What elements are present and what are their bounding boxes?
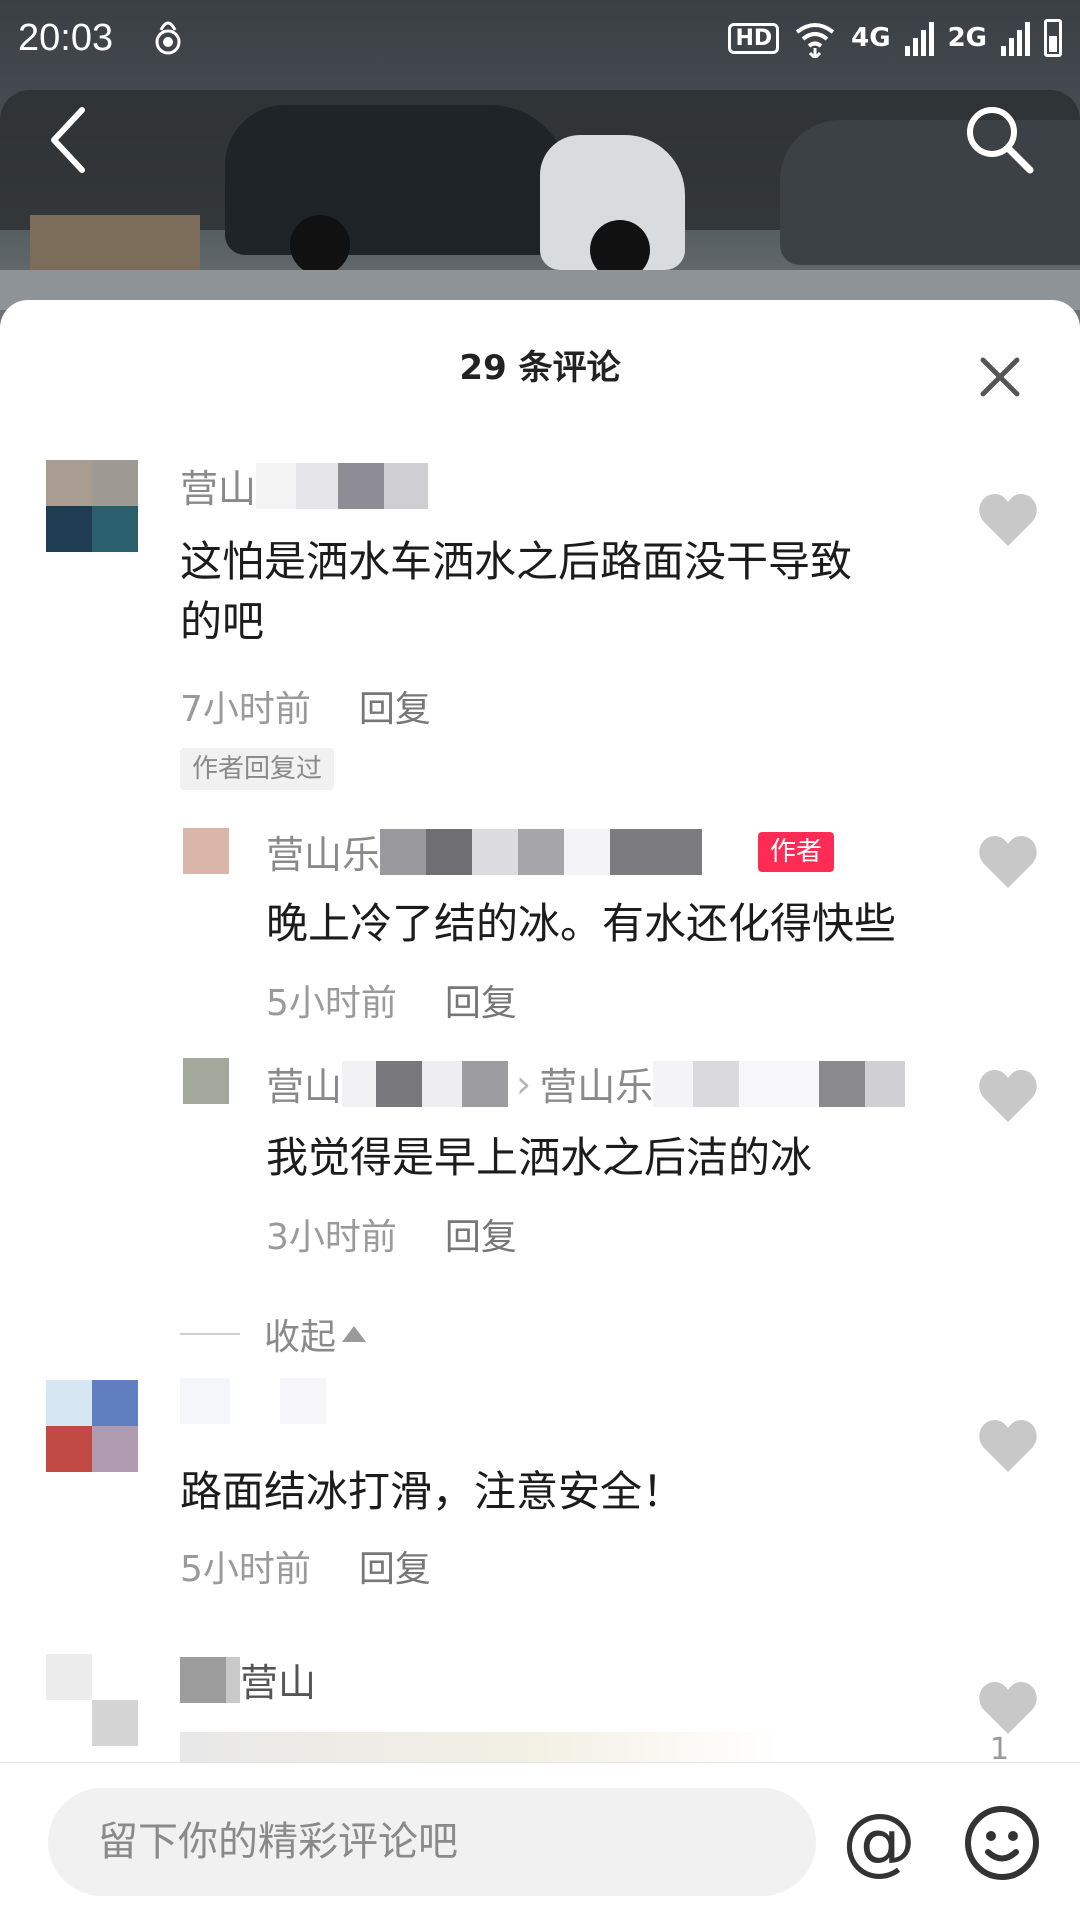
- comment-author-name[interactable]: 营山: [180, 1652, 316, 1707]
- status-time: 20:03: [18, 16, 114, 59]
- wheel: [290, 215, 350, 275]
- comment-text: 路面结冰打滑，注意安全！: [180, 1467, 685, 1516]
- mention-button[interactable]: @: [842, 1801, 916, 1881]
- comment-count-title: 29 条评论: [459, 348, 621, 388]
- avatar[interactable]: [183, 828, 229, 874]
- reply-button[interactable]: 回复: [445, 1208, 517, 1260]
- triangle-up-icon: [342, 1326, 367, 1342]
- comment-text: 这怕是洒水车洒水之后路面没干导致 的吧: [180, 537, 853, 646]
- reply-time: 3小时前: [266, 1217, 397, 1258]
- battery-icon: [1044, 19, 1062, 57]
- reply-meta: 5小时前 回复: [266, 974, 517, 1026]
- comment-sheet: 29 条评论 营山 这怕是洒水车洒水之后路面没干导致 的吧 7小时前 回复 作者…: [0, 300, 1080, 1920]
- comment-time: 7小时前: [180, 689, 311, 730]
- reply-button[interactable]: 回复: [445, 974, 517, 1026]
- comment-input[interactable]: 留下你的精彩评论吧: [48, 1788, 816, 1896]
- reply-button[interactable]: 回复: [359, 1540, 431, 1592]
- avatar[interactable]: [46, 460, 138, 552]
- comment-author-name[interactable]: 营山: [180, 458, 429, 513]
- wifi-icon: [795, 23, 835, 58]
- heart-icon[interactable]: [978, 1068, 1038, 1124]
- comment-input-bar: 留下你的精彩评论吧 @: [0, 1762, 1080, 1921]
- comment-time: 5小时前: [180, 1549, 311, 1590]
- reply-text: 晚上冷了结的冰。有水还化得快些: [266, 899, 897, 948]
- search-icon[interactable]: [960, 100, 1040, 180]
- heart-icon[interactable]: [978, 492, 1038, 548]
- heart-icon[interactable]: [978, 1418, 1038, 1474]
- heart-icon[interactable]: [978, 1680, 1038, 1736]
- reply-author-name[interactable]: 营山 › 营山乐: [266, 1056, 906, 1111]
- notification-icon: [155, 21, 181, 55]
- reply-text: 我觉得是早上洒水之后洁的冰: [266, 1133, 813, 1182]
- author-badge: 作者: [758, 831, 835, 872]
- status-bar: 20:03 HD 4G 2G: [0, 0, 1080, 76]
- reply-meta: 3小时前 回复: [266, 1208, 517, 1260]
- comment-author-name[interactable]: [180, 1378, 326, 1424]
- comment-meta: 5小时前 回复: [180, 1540, 431, 1592]
- collapse-replies-button[interactable]: 收起: [180, 1308, 367, 1360]
- close-icon[interactable]: [975, 352, 1025, 402]
- author-replied-tag: 作者回复过: [180, 748, 335, 790]
- heart-icon[interactable]: [978, 834, 1038, 890]
- hd-badge: HD: [728, 22, 780, 54]
- comment-meta: 7小时前 回复: [180, 680, 431, 732]
- signal-icon-2: [1001, 20, 1030, 56]
- network-2g-label: 2G: [947, 23, 987, 53]
- signal-icon: [904, 20, 934, 56]
- back-icon[interactable]: [42, 100, 102, 180]
- collapse-label: 收起: [264, 1317, 337, 1358]
- reply-button[interactable]: 回复: [359, 680, 431, 732]
- reply-time: 5小时前: [266, 983, 397, 1024]
- divider: [180, 1333, 240, 1335]
- network-4g-label: 4G: [851, 23, 891, 53]
- avatar[interactable]: [46, 1380, 138, 1472]
- avatar[interactable]: [183, 1058, 229, 1104]
- avatar[interactable]: [46, 1654, 138, 1746]
- reply-author-name[interactable]: 营山乐 作者: [266, 824, 835, 879]
- car-dark: [225, 105, 570, 255]
- emoji-icon[interactable]: [962, 1803, 1042, 1883]
